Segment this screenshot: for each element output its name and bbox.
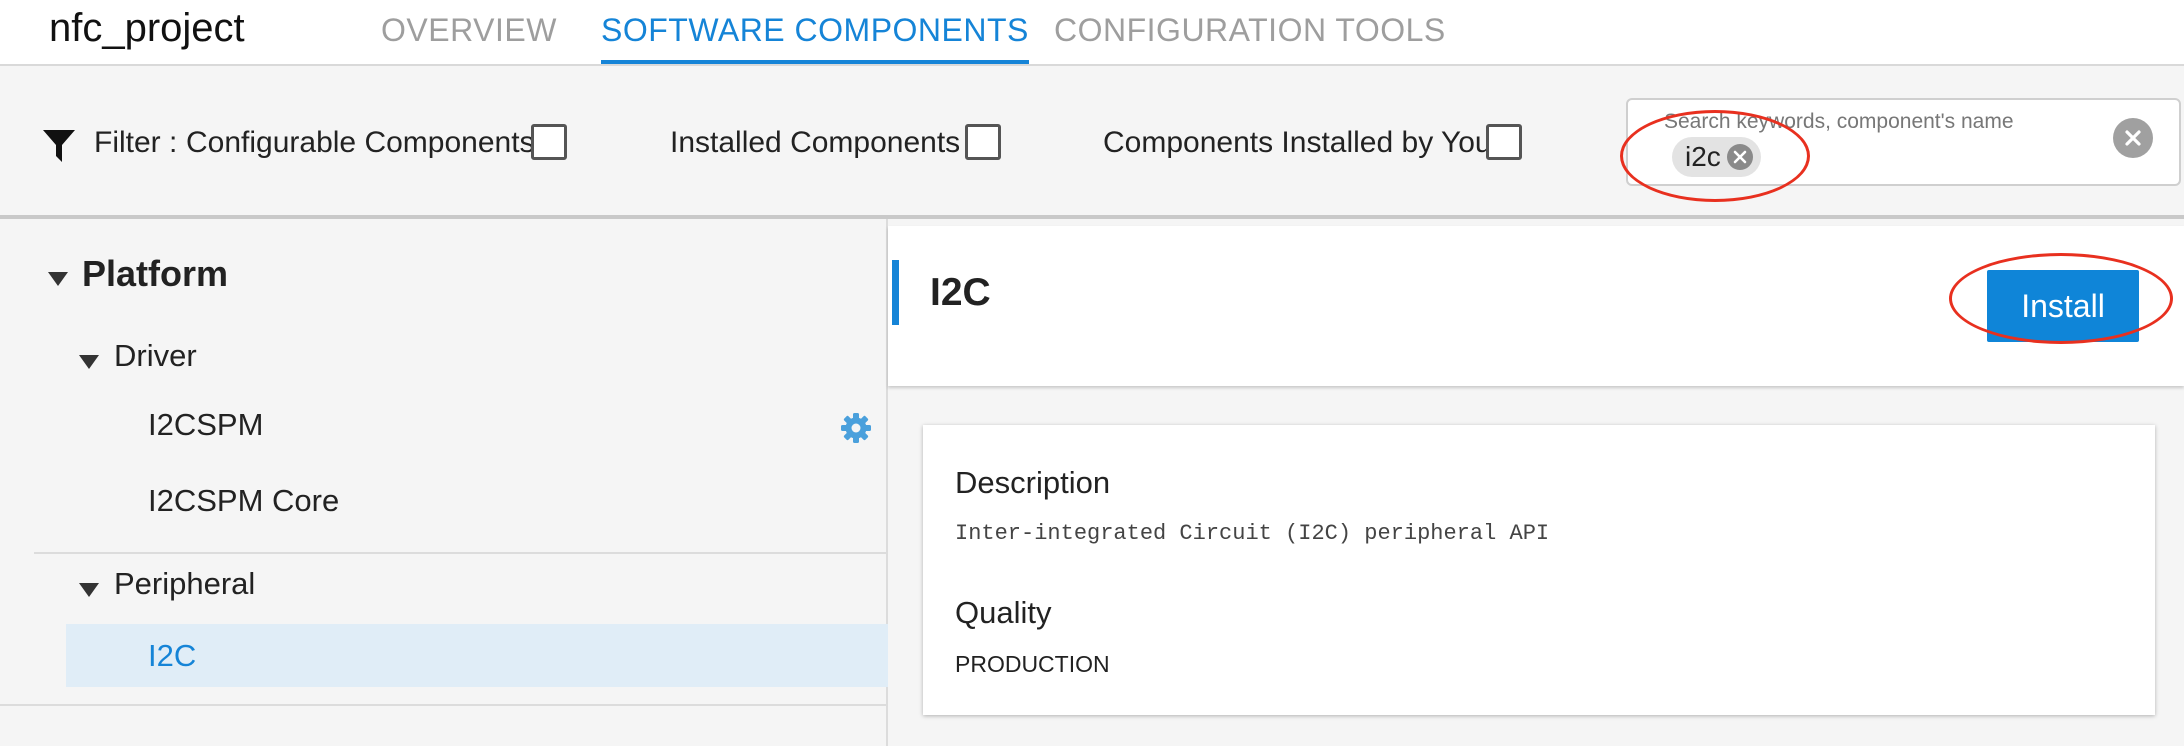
top-bar: nfc_project OVERVIEW SOFTWARE COMPONENTS…: [0, 0, 2184, 66]
gear-icon[interactable]: [840, 412, 872, 444]
component-detail-panel: I2C Install Description Inter-integrated…: [888, 219, 2184, 746]
caret-down-icon[interactable]: [79, 583, 99, 597]
component-tree: Platform Driver I2CSPM I2CSPM Core Perip…: [0, 219, 888, 746]
tab-software-components[interactable]: SOFTWARE COMPONENTS: [601, 12, 1029, 64]
tree-item-i2cspm-core[interactable]: I2CSPM Core: [148, 483, 339, 519]
funnel-icon: [43, 130, 75, 162]
search-input[interactable]: Search keywords, component's name i2c: [1626, 98, 2181, 186]
installed-components-label: Installed Components: [670, 126, 961, 159]
installed-by-you-checkbox[interactable]: [1486, 124, 1522, 160]
quality-value: PRODUCTION: [955, 651, 1110, 677]
tree-divider: [34, 552, 888, 554]
configurable-components-label: Configurable Components: [186, 126, 535, 159]
tree-group-platform[interactable]: Platform: [82, 253, 228, 295]
quality-heading: Quality: [955, 595, 1052, 630]
description-text: Inter-integrated Circuit (I2C) periphera…: [955, 521, 1550, 546]
caret-down-icon[interactable]: [48, 272, 68, 286]
search-placeholder: Search keywords, component's name: [1664, 110, 2014, 133]
installed-by-you-label: Components Installed by You: [1103, 126, 1492, 159]
configurable-components-checkbox[interactable]: [531, 124, 567, 160]
project-title: nfc_project: [49, 6, 245, 50]
accent-bar: [892, 260, 899, 325]
search-chip-label: i2c: [1685, 141, 1721, 172]
tree-subgroup-peripheral[interactable]: Peripheral: [114, 566, 255, 602]
tab-overview[interactable]: OVERVIEW: [381, 12, 557, 64]
component-title: I2C: [930, 271, 991, 314]
clear-search-icon[interactable]: [2113, 118, 2153, 158]
chip-close-icon[interactable]: [1726, 144, 1753, 170]
tree-item-i2c[interactable]: I2C: [148, 638, 196, 674]
tree-item-i2cspm[interactable]: I2CSPM: [148, 407, 263, 443]
component-details-card: Description Inter-integrated Circuit (I2…: [923, 425, 2155, 715]
caret-down-icon[interactable]: [79, 355, 99, 369]
tree-divider: [0, 704, 888, 706]
tree-subgroup-driver[interactable]: Driver: [114, 338, 197, 374]
component-header: I2C Install: [888, 226, 2184, 386]
install-button[interactable]: Install: [1987, 270, 2139, 342]
filter-bar: Filter : Configurable Components Install…: [0, 66, 2184, 219]
search-chip: i2c: [1672, 137, 1761, 177]
filter-label: Filter :: [94, 126, 178, 159]
installed-components-checkbox[interactable]: [965, 124, 1001, 160]
tab-configuration-tools[interactable]: CONFIGURATION TOOLS: [1054, 12, 1446, 64]
description-heading: Description: [955, 465, 1111, 500]
